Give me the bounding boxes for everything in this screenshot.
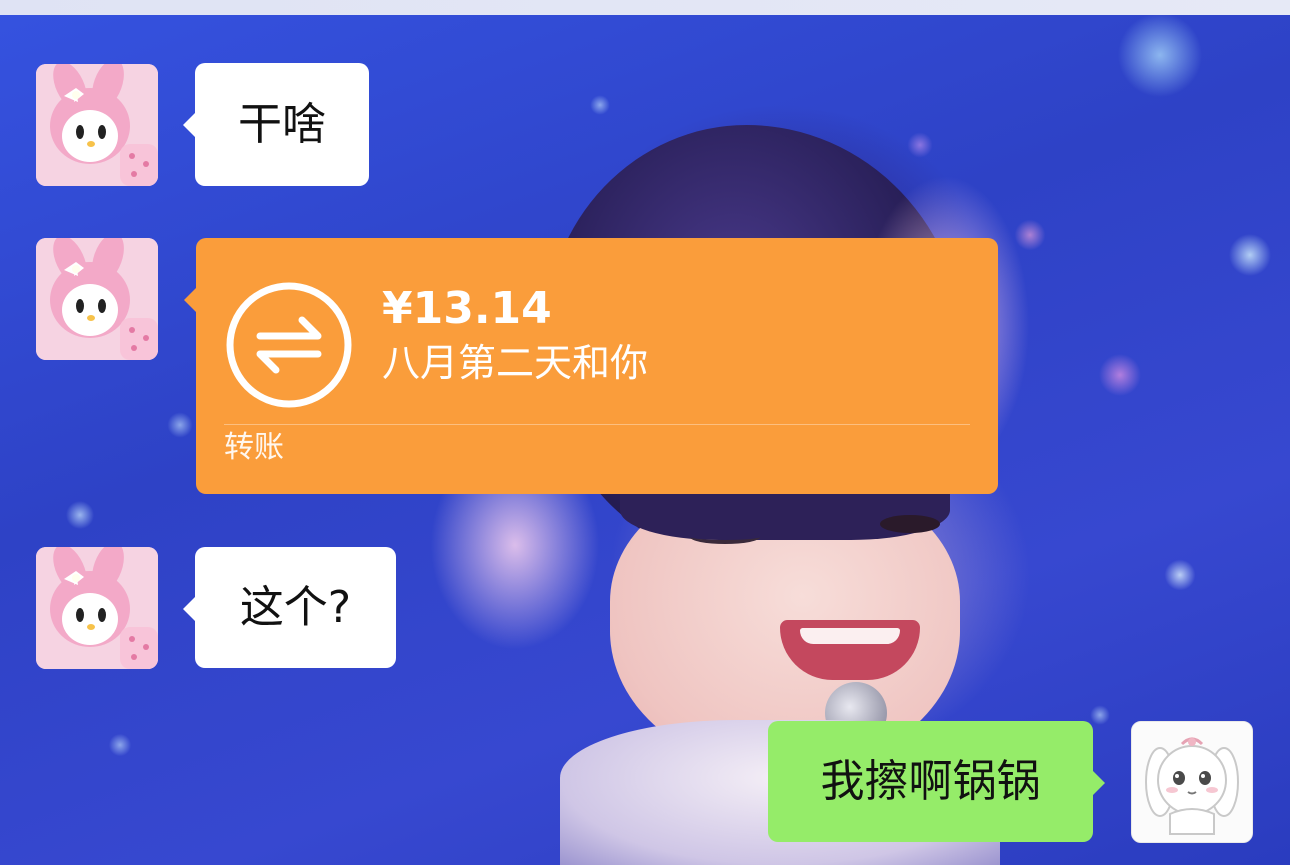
message-text: 这个? <box>239 581 352 633</box>
transfer-amount: ¥13.14 <box>382 283 552 334</box>
my-melody-icon <box>36 547 158 669</box>
transfer-divider <box>224 424 970 425</box>
transfer-message-card[interactable]: ¥13.14 八月第二天和你 转账 <box>184 238 998 494</box>
top-bar <box>0 0 1290 15</box>
message-text: 干啥 <box>238 98 326 150</box>
background-photo-eye <box>880 515 940 533</box>
message-bubble-incoming[interactable]: 这个? <box>183 547 396 668</box>
message-text: 我擦啊锅锅 <box>820 755 1041 807</box>
my-melody-icon <box>36 238 158 360</box>
message-bubble-outgoing[interactable]: 我擦啊锅锅 <box>768 721 1105 842</box>
my-melody-avatar[interactable] <box>36 64 158 186</box>
transfer-note: 八月第二天和你 <box>382 341 649 385</box>
transfer-arrows-icon <box>226 282 352 408</box>
message-bubble-incoming[interactable]: 干啥 <box>183 63 369 186</box>
background-photo-eye <box>690 530 760 544</box>
my-melody-avatar[interactable] <box>36 238 158 360</box>
white-bunny-avatar[interactable] <box>1131 721 1253 843</box>
my-melody-icon <box>36 64 158 186</box>
white-bunny-icon <box>1132 722 1252 842</box>
transfer-label: 转账 <box>224 430 284 465</box>
my-melody-avatar[interactable] <box>36 547 158 669</box>
background-photo-teeth <box>800 628 900 644</box>
